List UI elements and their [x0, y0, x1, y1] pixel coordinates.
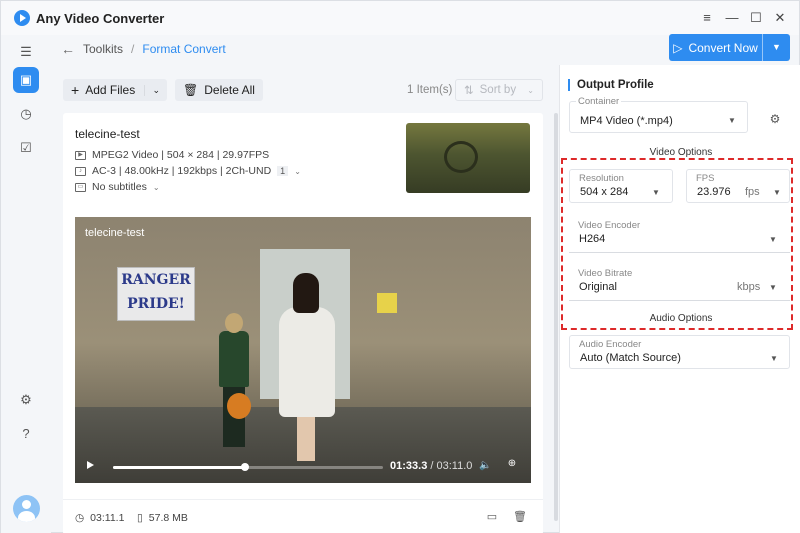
breadcrumb-separator: /	[131, 42, 135, 56]
output-profile-label: Output Profile	[577, 79, 654, 91]
container-value: MP4 Video (*.mp4)	[580, 115, 673, 127]
audio-track-badge[interactable]: 1	[277, 166, 289, 176]
warning-sign-icon	[377, 293, 397, 313]
time-separator: /	[430, 460, 434, 472]
title-bar: Any Video Converter ≡ — ☐ ✕	[1, 1, 799, 35]
breadcrumb-current: Format Convert	[142, 42, 226, 56]
audio-encoder-value: Auto (Match Source)	[580, 352, 681, 364]
file-icon: ▯	[137, 512, 143, 524]
sort-by-dropdown[interactable]: ⇅ Sort by ⌄	[455, 79, 543, 101]
video-icon: ▶	[75, 150, 86, 160]
add-files-label: Add Files	[85, 83, 136, 97]
audio-info-row: ♪ AC-3 | 48.00kHz | 192kbps | 2Ch-UND 1 …	[75, 165, 301, 177]
video-player[interactable]: RANGER PRIDE! telecine-test 01:33.3 / 03…	[75, 217, 531, 483]
container-chevron-icon: ▼	[728, 116, 736, 125]
left-sidebar: ☰ ▣ ◷ ☑ ⚙ ?	[1, 35, 51, 533]
profile-settings-icon[interactable]: ⚙	[767, 111, 783, 127]
file-list-scrollbar[interactable]	[554, 113, 558, 521]
sort-by-label: Sort by	[479, 84, 517, 96]
menu-icon[interactable]: ≡	[698, 9, 716, 27]
history-clock-icon[interactable]: ◷	[13, 101, 39, 127]
seek-bar-handle[interactable]	[240, 463, 249, 471]
trash-icon: 🗑	[183, 83, 199, 97]
convert-now-button[interactable]: ▷ Convert Now	[669, 34, 762, 61]
video-frame-girl	[273, 273, 343, 463]
audio-encoder-label: Audio Encoder	[579, 339, 642, 350]
audio-track-chevron-icon[interactable]: ⌄	[294, 167, 301, 176]
breadcrumb: ← Toolkits / Format Convert	[61, 41, 226, 57]
toolbox-icon[interactable]: ▣	[13, 67, 39, 93]
current-time: 01:33.3	[390, 460, 428, 472]
video-options-highlight	[561, 158, 793, 330]
seek-bar[interactable]	[113, 463, 383, 471]
subtitle-chevron-icon[interactable]: ⌄	[153, 183, 160, 192]
video-frame-sign: RANGER PRIDE!	[117, 267, 195, 321]
video-thumbnail[interactable]	[406, 123, 530, 193]
video-info: MPEG2 Video | 504 × 284 | 29.97FPS	[92, 149, 270, 161]
item-count: 1 Item(s)	[407, 84, 453, 96]
play-outline-icon: ▷	[673, 40, 683, 55]
back-arrow-icon[interactable]: ←	[61, 41, 75, 57]
play-icon[interactable]	[87, 461, 94, 469]
audio-info: AC-3 | 48.00kHz | 192kbps | 2Ch-UND	[92, 165, 272, 177]
video-info-row: ▶ MPEG2 Video | 504 × 284 | 29.97FPS	[75, 149, 269, 161]
size-item: ▯ 57.8 MB	[137, 512, 188, 524]
subtitle-value[interactable]: No subtitles	[92, 181, 147, 193]
video-options-label: Video Options	[649, 147, 713, 158]
help-icon[interactable]: ?	[13, 421, 39, 447]
duration-item: ◷ 03:11.1	[75, 512, 124, 524]
add-files-dropdown-icon[interactable]: ⌄	[144, 84, 167, 96]
title-accent-bar	[568, 79, 570, 91]
file-duration: 03:11.1	[90, 512, 125, 524]
subtitle-icon: ▭	[75, 182, 86, 192]
file-size: 57.8 MB	[148, 512, 188, 524]
audio-encoder-chevron-icon: ▼	[770, 354, 778, 363]
tasks-check-icon[interactable]: ☑	[13, 135, 39, 161]
output-profile-title: Output Profile	[568, 79, 654, 91]
app-window: Any Video Converter ≡ — ☐ ✕ ☰ ▣ ◷ ☑ ⚙ ? …	[0, 0, 800, 533]
delete-all-label: Delete All	[204, 83, 255, 97]
plus-icon: +	[71, 82, 80, 98]
maximize-button[interactable]: ☐	[747, 9, 765, 27]
breadcrumb-toolkits[interactable]: Toolkits	[83, 42, 123, 56]
convert-options-dropdown[interactable]: ▼	[762, 34, 790, 61]
file-list-panel: + Add Files ⌄ 🗑 Delete All 1 Item(s) ⇅ S…	[63, 77, 555, 533]
convert-now-button-group: ▷ Convert Now ▼	[669, 34, 790, 61]
file-card: telecine-test ▶ MPEG2 Video | 504 × 284 …	[63, 113, 543, 533]
seek-bar-progress	[113, 466, 245, 469]
sort-icon: ⇅	[464, 85, 474, 97]
minimize-button[interactable]: —	[723, 9, 741, 27]
subtitle-row: ▭ No subtitles ⌄	[75, 181, 160, 193]
volume-icon[interactable]: 🔈	[479, 460, 491, 471]
close-button[interactable]: ✕	[771, 9, 789, 27]
container-select[interactable]: Container MP4 Video (*.mp4) ▼	[569, 96, 748, 133]
clock-icon: ◷	[75, 512, 85, 524]
add-files-button[interactable]: + Add Files ⌄	[63, 79, 167, 101]
audio-encoder-select[interactable]: Audio Encoder Auto (Match Source) ▼	[569, 335, 790, 369]
app-title: Any Video Converter	[36, 11, 165, 26]
open-folder-icon[interactable]: ▭	[483, 508, 501, 526]
container-label: Container	[576, 96, 622, 107]
delete-all-button[interactable]: 🗑 Delete All	[175, 79, 263, 101]
delete-file-icon[interactable]: 🗑	[511, 508, 529, 526]
file-name: telecine-test	[75, 127, 140, 141]
sidebar-toggle-icon[interactable]: ☰	[13, 39, 39, 65]
file-toolbar: + Add Files ⌄ 🗑 Delete All 1 Item(s) ⇅ S…	[63, 77, 543, 103]
audio-icon: ♪	[75, 166, 86, 176]
file-card-footer: ◷ 03:11.1 ▯ 57.8 MB ▭ 🗑	[63, 499, 543, 529]
app-logo-icon	[14, 10, 30, 26]
video-frame-boy	[213, 313, 255, 453]
player-title: telecine-test	[85, 227, 145, 239]
playback-time: 01:33.3 / 03:11.0	[390, 460, 472, 472]
total-time: 03:11.0	[436, 460, 473, 472]
user-avatar[interactable]	[13, 495, 40, 522]
settings-gear-icon[interactable]: ⚙	[13, 387, 39, 413]
convert-now-label: Convert Now	[688, 40, 758, 55]
crop-target-icon[interactable]: ⊕	[505, 458, 519, 472]
chevron-down-icon: ⌄	[527, 85, 534, 95]
